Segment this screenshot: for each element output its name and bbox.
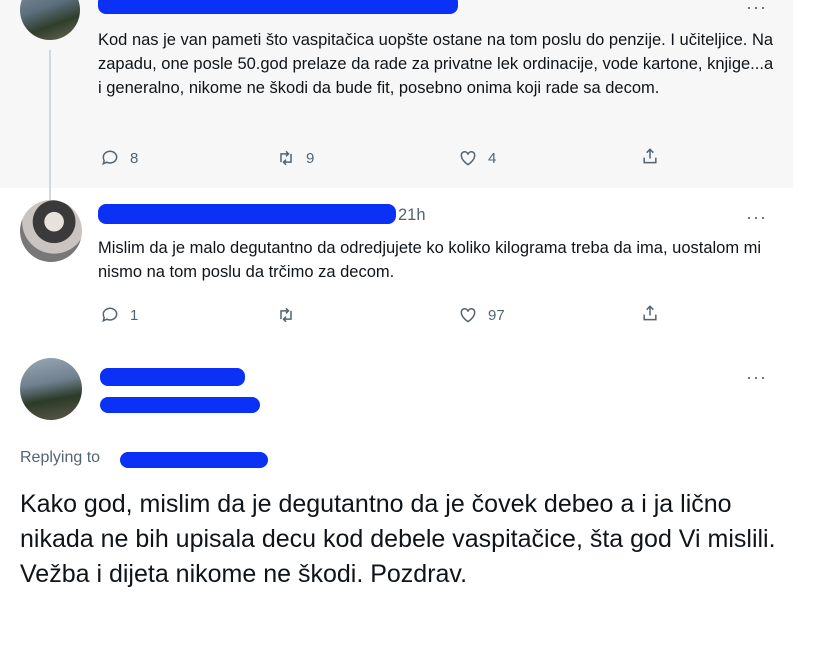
retweet-count: 9 bbox=[306, 149, 315, 167]
tweet-text: Mislim da je malo degutantno da odredjuj… bbox=[98, 239, 762, 281]
like-icon bbox=[460, 150, 476, 166]
redacted-username bbox=[98, 0, 458, 14]
redacted-handle bbox=[100, 397, 260, 413]
tweet-1[interactable]: ··· Kod nas je van pameti što vaspitačic… bbox=[0, 0, 793, 200]
reply-count: 1 bbox=[130, 306, 139, 324]
replying-text: Replying to bbox=[20, 449, 101, 466]
more-icon[interactable]: ··· bbox=[746, 368, 767, 386]
redacted-reply-handle[interactable] bbox=[120, 452, 268, 468]
thread-line bbox=[49, 50, 51, 200]
retweet-button[interactable]: 9 bbox=[276, 148, 314, 168]
like-count: 4 bbox=[488, 149, 497, 167]
redacted-display-name bbox=[100, 368, 245, 386]
reply-button[interactable]: 8 bbox=[100, 148, 138, 168]
retweet-button[interactable] bbox=[276, 305, 306, 325]
reply-icon bbox=[102, 150, 118, 166]
avatar[interactable] bbox=[20, 0, 80, 40]
like-count: 97 bbox=[488, 306, 505, 324]
share-button[interactable] bbox=[640, 146, 660, 166]
retweet-icon bbox=[280, 307, 292, 323]
like-button[interactable]: 97 bbox=[458, 305, 505, 325]
tweet-time[interactable]: 21h bbox=[398, 206, 426, 225]
main-tweet-text: Kako god, mislim da je degutantno da je … bbox=[20, 490, 776, 588]
share-icon bbox=[643, 148, 657, 164]
reply-button[interactable]: 1 bbox=[100, 305, 138, 325]
more-icon[interactable]: ··· bbox=[746, 208, 767, 226]
replying-to-label: Replying to bbox=[20, 449, 100, 467]
like-icon bbox=[460, 307, 476, 323]
avatar[interactable] bbox=[20, 358, 82, 420]
tweet-text: Kod nas je van pameti što vaspitačica uo… bbox=[98, 31, 774, 97]
share-icon bbox=[643, 305, 657, 321]
redacted-username bbox=[98, 204, 396, 224]
retweet-icon bbox=[280, 150, 292, 166]
reply-count: 8 bbox=[130, 149, 139, 167]
avatar[interactable] bbox=[20, 200, 82, 262]
reply-icon bbox=[102, 307, 118, 323]
more-icon[interactable]: ··· bbox=[746, 0, 767, 16]
like-button[interactable]: 4 bbox=[458, 148, 496, 168]
page-margin bbox=[793, 0, 830, 647]
share-button[interactable] bbox=[640, 303, 660, 323]
